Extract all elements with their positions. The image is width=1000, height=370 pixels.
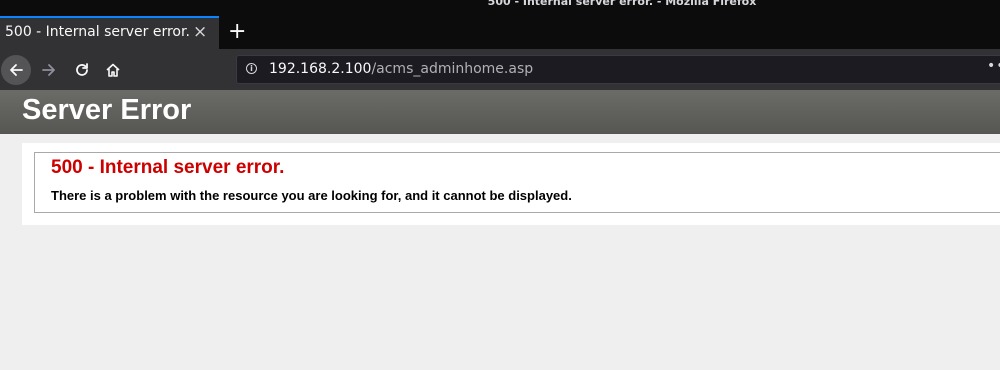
page-title: Server Error xyxy=(22,94,192,126)
page-actions-icon[interactable]: •• xyxy=(987,58,1000,74)
reload-icon xyxy=(76,63,88,76)
error-panel: 500 - Internal server error. There is a … xyxy=(22,143,1000,225)
url-bar[interactable]: i 192.168.2.100/acms_adminhome.asp •• xyxy=(236,55,1000,84)
navigation-toolbar: i 192.168.2.100/acms_adminhome.asp •• xyxy=(0,49,1000,90)
arrow-left-icon xyxy=(10,64,23,76)
tab-active[interactable]: 500 - Internal server error. × xyxy=(0,16,219,49)
url-host: 192.168.2.100 xyxy=(269,61,372,77)
forward-button[interactable] xyxy=(34,55,64,85)
new-tab-icon[interactable]: + xyxy=(228,17,246,47)
error-fieldset: 500 - Internal server error. There is a … xyxy=(34,152,1000,213)
info-icon[interactable]: i xyxy=(246,63,257,74)
close-icon[interactable]: × xyxy=(193,22,207,42)
error-header: Server Error xyxy=(0,90,1000,134)
tab-strip: 500 - Internal server error. × + xyxy=(0,16,1000,49)
url-path: /acms_adminhome.asp xyxy=(371,61,534,77)
url-text[interactable]: 192.168.2.100/acms_adminhome.asp xyxy=(269,61,533,77)
arrow-right-icon xyxy=(42,64,55,76)
page-content: Server Error 500 - Internal server error… xyxy=(0,90,1000,370)
home-button[interactable] xyxy=(98,55,128,85)
back-button[interactable] xyxy=(1,55,31,85)
tab-title: 500 - Internal server error. xyxy=(5,24,190,40)
error-description: There is a problem with the resource you… xyxy=(51,188,572,203)
error-title: 500 - Internal server error. xyxy=(51,157,285,178)
window-title: 500 - Internal server error. - Mozilla F… xyxy=(487,0,757,8)
reload-button[interactable] xyxy=(67,55,97,85)
home-icon xyxy=(106,63,120,77)
